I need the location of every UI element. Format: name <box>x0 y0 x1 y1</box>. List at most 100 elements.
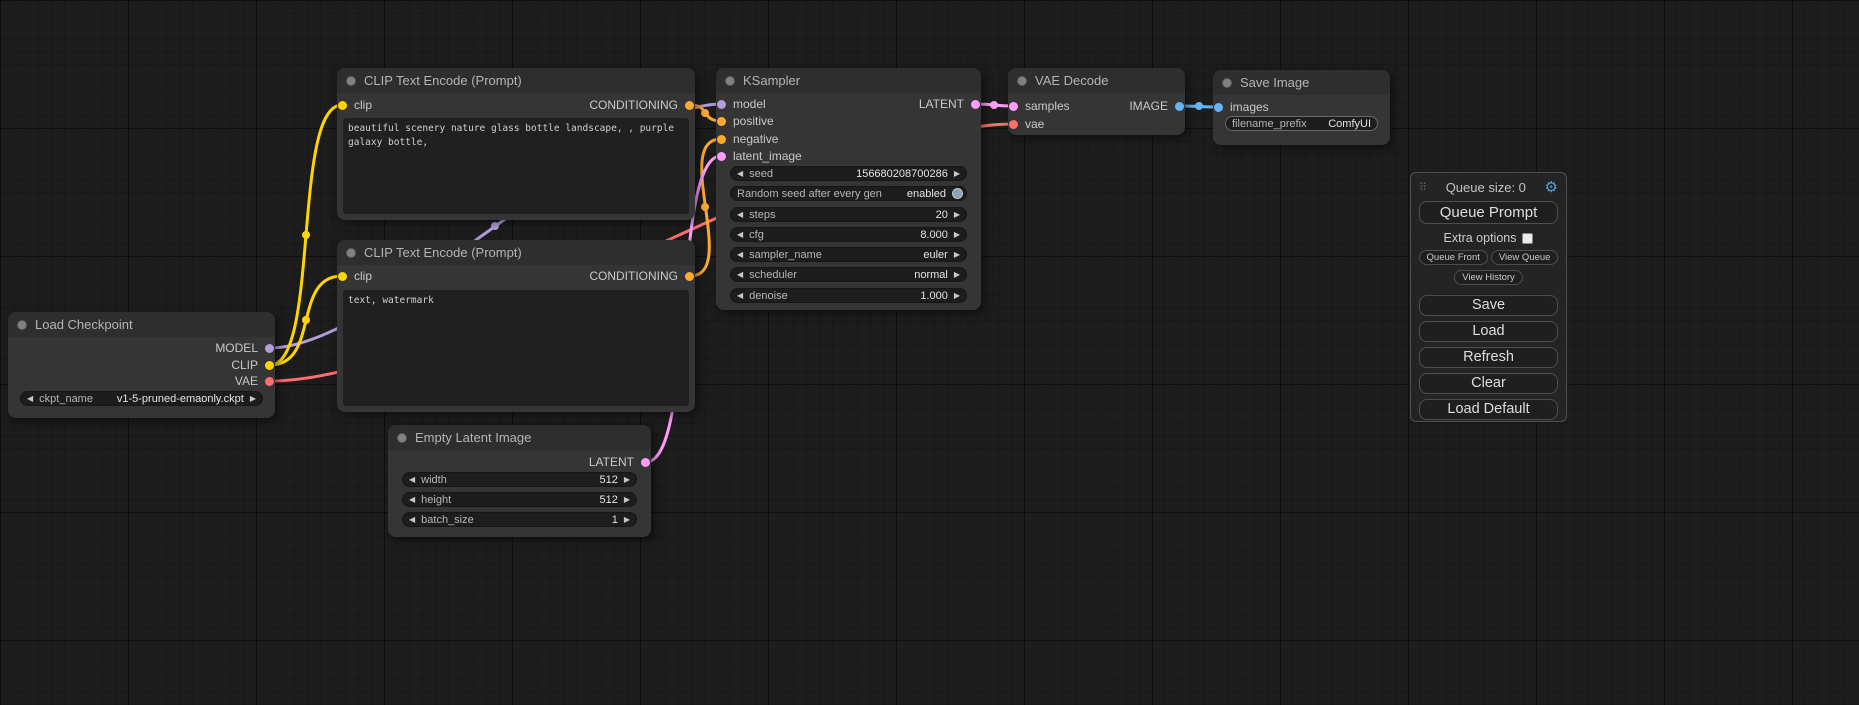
increment-arrow-icon[interactable]: ▶ <box>624 476 630 484</box>
refresh-button[interactable]: Refresh <box>1419 347 1558 368</box>
widget-cfg[interactable]: ◀ cfg 8.000 ▶ <box>730 227 967 242</box>
link-midpoint-dot <box>701 203 709 211</box>
node-title-bar[interactable]: Save Image <box>1213 70 1390 95</box>
positive-input-dot[interactable] <box>717 117 726 126</box>
latent-output-dot[interactable] <box>971 100 980 109</box>
toggle-knob-icon[interactable] <box>952 188 963 199</box>
decrement-arrow-icon[interactable]: ◀ <box>409 516 415 524</box>
vae-input-dot[interactable] <box>1009 120 1018 129</box>
node-title: VAE Decode <box>1035 73 1108 88</box>
increment-arrow-icon[interactable]: ▶ <box>954 170 960 178</box>
clip-output-dot[interactable] <box>265 361 274 370</box>
save-button[interactable]: Save <box>1419 295 1558 316</box>
decrement-arrow-icon[interactable]: ◀ <box>27 395 33 403</box>
widget-random-seed-toggle[interactable]: Random seed after every gen enabled <box>730 186 967 201</box>
decrement-arrow-icon[interactable]: ◀ <box>737 292 743 300</box>
output-slot-conditioning: CONDITIONING <box>337 269 695 283</box>
collapse-dot-icon[interactable] <box>346 248 356 258</box>
widget-steps[interactable]: ◀ steps 20 ▶ <box>730 207 967 222</box>
node-title-bar[interactable]: CLIP Text Encode (Prompt) <box>337 68 695 93</box>
widget-height[interactable]: ◀ height 512 ▶ <box>402 492 637 507</box>
decrement-arrow-icon[interactable]: ◀ <box>737 271 743 279</box>
node-title-bar[interactable]: Empty Latent Image <box>388 425 651 450</box>
queue-prompt-button[interactable]: Queue Prompt <box>1419 201 1558 224</box>
widget-scheduler[interactable]: ◀ scheduler normal ▶ <box>730 267 967 282</box>
increment-arrow-icon[interactable]: ▶ <box>954 251 960 259</box>
increment-arrow-icon[interactable]: ▶ <box>624 516 630 524</box>
collapse-dot-icon[interactable] <box>397 433 407 443</box>
collapse-dot-icon[interactable] <box>346 76 356 86</box>
node-load-checkpoint[interactable]: Load Checkpoint MODEL CLIP VAE ◀ ckpt_na… <box>8 312 275 418</box>
decrement-arrow-icon[interactable]: ◀ <box>737 211 743 219</box>
increment-arrow-icon[interactable]: ▶ <box>250 395 256 403</box>
increment-arrow-icon[interactable]: ▶ <box>954 292 960 300</box>
load-button[interactable]: Load <box>1419 321 1558 342</box>
decrement-arrow-icon[interactable]: ◀ <box>737 251 743 259</box>
node-save-image[interactable]: Save Image images filename_prefix ComfyU… <box>1213 70 1390 145</box>
prompt-textarea[interactable]: beautiful scenery nature glass bottle la… <box>343 118 689 214</box>
widget-label: seed <box>749 168 773 180</box>
conditioning-output-dot[interactable] <box>685 272 694 281</box>
decrement-arrow-icon[interactable]: ◀ <box>409 496 415 504</box>
node-clip-text-encode-negative[interactable]: CLIP Text Encode (Prompt) clip CONDITION… <box>337 240 695 412</box>
extra-options-checkbox[interactable] <box>1522 233 1533 244</box>
widget-batch-size[interactable]: ◀ batch_size 1 ▶ <box>402 512 637 527</box>
view-queue-button[interactable]: View Queue <box>1491 250 1559 265</box>
widget-width[interactable]: ◀ width 512 ▶ <box>402 472 637 487</box>
widget-value: enabled <box>888 188 946 200</box>
node-title: KSampler <box>743 73 800 88</box>
widget-ckpt-name[interactable]: ◀ ckpt_name v1-5-pruned-emaonly.ckpt ▶ <box>20 391 263 406</box>
widget-value: 8.000 <box>770 229 948 241</box>
clear-button[interactable]: Clear <box>1419 373 1558 394</box>
node-vae-decode[interactable]: VAE Decode samples IMAGE vae <box>1008 68 1185 135</box>
extra-options-label: Extra options <box>1444 231 1517 245</box>
link-midpoint-dot <box>302 231 310 239</box>
view-history-button[interactable]: View History <box>1454 270 1523 285</box>
increment-arrow-icon[interactable]: ▶ <box>954 271 960 279</box>
node-ksampler[interactable]: KSampler model LATENT positive negative … <box>716 68 981 310</box>
node-empty-latent-image[interactable]: Empty Latent Image LATENT ◀ width 512 ▶ … <box>388 425 651 537</box>
input-slot-negative: negative <box>716 132 981 146</box>
widget-filename-prefix[interactable]: filename_prefix ComfyUI <box>1225 116 1378 131</box>
conditioning-output-dot[interactable] <box>685 101 694 110</box>
queue-front-button[interactable]: Queue Front <box>1419 250 1488 265</box>
node-title-bar[interactable]: VAE Decode <box>1008 68 1185 93</box>
widget-sampler-name[interactable]: ◀ sampler_name euler ▶ <box>730 247 967 262</box>
collapse-dot-icon[interactable] <box>725 76 735 86</box>
collapse-dot-icon[interactable] <box>1222 78 1232 88</box>
widget-denoise[interactable]: ◀ denoise 1.000 ▶ <box>730 288 967 303</box>
model-output-dot[interactable] <box>265 344 274 353</box>
widget-label: ckpt_name <box>39 393 93 405</box>
widget-label: steps <box>749 209 775 221</box>
slot-label: latent_image <box>733 149 802 163</box>
node-title-bar[interactable]: CLIP Text Encode (Prompt) <box>337 240 695 265</box>
vae-output-dot[interactable] <box>265 377 274 386</box>
increment-arrow-icon[interactable]: ▶ <box>624 496 630 504</box>
widget-seed[interactable]: ◀ seed 156680208700286 ▶ <box>730 166 967 181</box>
node-title: CLIP Text Encode (Prompt) <box>364 73 522 88</box>
node-graph-canvas[interactable]: Load Checkpoint MODEL CLIP VAE ◀ ckpt_na… <box>0 0 1859 705</box>
collapse-dot-icon[interactable] <box>17 320 27 330</box>
prompt-textarea[interactable]: text, watermark <box>343 290 689 406</box>
widget-label: scheduler <box>749 269 797 281</box>
decrement-arrow-icon[interactable]: ◀ <box>409 476 415 484</box>
negative-input-dot[interactable] <box>717 135 726 144</box>
collapse-dot-icon[interactable] <box>1017 76 1027 86</box>
node-clip-text-encode-positive[interactable]: CLIP Text Encode (Prompt) clip CONDITION… <box>337 68 695 220</box>
drag-handle-icon[interactable]: ⠿ <box>1419 181 1427 194</box>
decrement-arrow-icon[interactable]: ◀ <box>737 170 743 178</box>
decrement-arrow-icon[interactable]: ◀ <box>737 231 743 239</box>
images-input-dot[interactable] <box>1214 103 1223 112</box>
settings-gear-icon[interactable]: ⚙ <box>1545 180 1558 195</box>
increment-arrow-icon[interactable]: ▶ <box>954 231 960 239</box>
link-midpoint-dot <box>302 316 310 324</box>
increment-arrow-icon[interactable]: ▶ <box>954 211 960 219</box>
widget-value: euler <box>828 249 948 261</box>
load-default-button[interactable]: Load Default <box>1419 399 1558 420</box>
node-title-bar[interactable]: KSampler <box>716 68 981 93</box>
image-output-dot[interactable] <box>1175 102 1184 111</box>
slot-label: MODEL <box>215 341 258 355</box>
node-title-bar[interactable]: Load Checkpoint <box>8 312 275 337</box>
latent-image-input-dot[interactable] <box>717 152 726 161</box>
latent-output-dot[interactable] <box>641 458 650 467</box>
